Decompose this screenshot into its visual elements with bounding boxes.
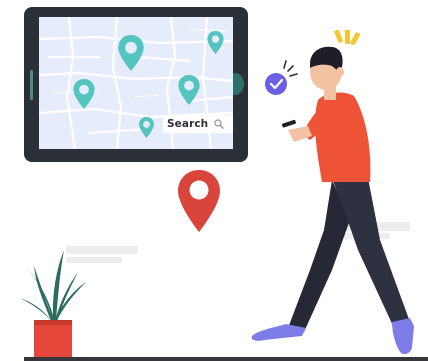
map-pin-icon[interactable] [73,79,95,109]
search-label: Search [167,118,209,130]
location-pin-icon [178,170,220,232]
alert-marks-icon [334,30,360,46]
magnifier-icon[interactable] [214,119,225,129]
shoe-left [251,324,306,341]
tablet-device: Search [24,7,248,162]
map-search-box[interactable]: Search [163,115,233,133]
shoe-right [392,318,414,355]
potted-plant [20,250,86,358]
check-badge-icon [265,60,298,95]
map-pin-icon[interactable] [178,75,200,105]
walking-person [251,30,414,355]
map-pin-icon[interactable] [207,31,224,54]
ground-line [24,357,428,361]
map-screen[interactable]: Search [39,17,233,149]
map-pin-icon[interactable] [118,35,144,71]
tablet-side-button [30,70,33,100]
map-pin-icon[interactable] [139,117,154,138]
plant-pot [34,320,72,358]
illustration-scene: Search [0,0,428,361]
